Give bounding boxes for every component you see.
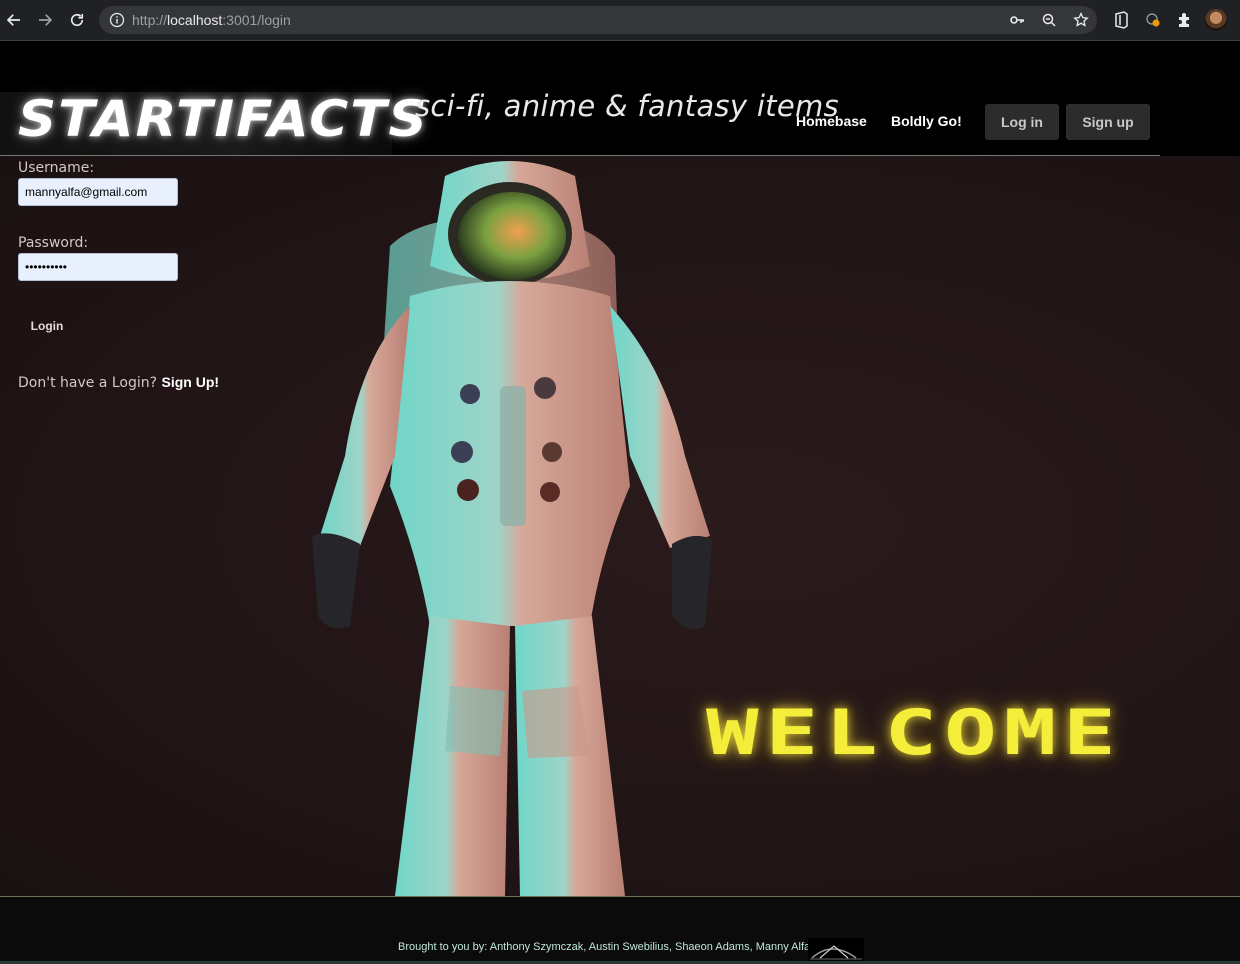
profile-avatar[interactable] bbox=[1205, 9, 1227, 31]
footer-logo-icon bbox=[808, 938, 864, 962]
site-header: STARTIFACTS sci-fi, anime & fantasy item… bbox=[0, 41, 1240, 156]
back-icon[interactable] bbox=[2, 8, 26, 32]
forward-icon[interactable] bbox=[33, 8, 57, 32]
nav-login-button[interactable]: Log in bbox=[985, 104, 1059, 140]
key-icon[interactable] bbox=[1009, 12, 1025, 28]
office-extension-icon[interactable] bbox=[1112, 11, 1130, 29]
nav-homebase-link[interactable]: Homebase bbox=[796, 113, 867, 129]
footer-credits: Brought to you by: Anthony Szymczak, Aus… bbox=[398, 941, 820, 953]
site-footer bbox=[0, 897, 1240, 964]
signup-prompt: Don't have a Login? Sign Up! bbox=[18, 374, 219, 391]
signup-link[interactable]: Sign Up! bbox=[162, 374, 220, 390]
extensions-puzzle-icon[interactable] bbox=[1176, 11, 1194, 29]
address-bar[interactable]: http://localhost:3001/login bbox=[99, 6, 1097, 34]
reload-icon[interactable] bbox=[65, 8, 89, 32]
username-input[interactable] bbox=[18, 178, 178, 206]
astronaut-illustration bbox=[312, 161, 712, 896]
welcome-heading: WELCOME bbox=[706, 696, 1123, 769]
site-logo[interactable]: STARTIFACTS bbox=[18, 90, 429, 148]
password-label: Password: bbox=[18, 235, 89, 251]
info-icon[interactable] bbox=[109, 12, 125, 28]
bookmark-star-icon[interactable] bbox=[1073, 12, 1089, 28]
login-submit-button[interactable]: Login bbox=[18, 312, 76, 340]
site-tagline: sci-fi, anime & fantasy items bbox=[415, 89, 839, 123]
browser-toolbar: http://localhost:3001/login bbox=[0, 0, 1240, 41]
signup-prompt-text: Don't have a Login? bbox=[18, 375, 158, 391]
password-input[interactable] bbox=[18, 253, 178, 281]
username-label: Username: bbox=[18, 160, 95, 176]
cookie-extension-icon[interactable] bbox=[1144, 11, 1162, 29]
url-text: http://localhost:3001/login bbox=[132, 12, 291, 28]
nav-boldly-go-link[interactable]: Boldly Go! bbox=[891, 113, 962, 129]
nav-signup-button[interactable]: Sign up bbox=[1066, 104, 1150, 140]
zoom-icon[interactable] bbox=[1041, 12, 1057, 28]
